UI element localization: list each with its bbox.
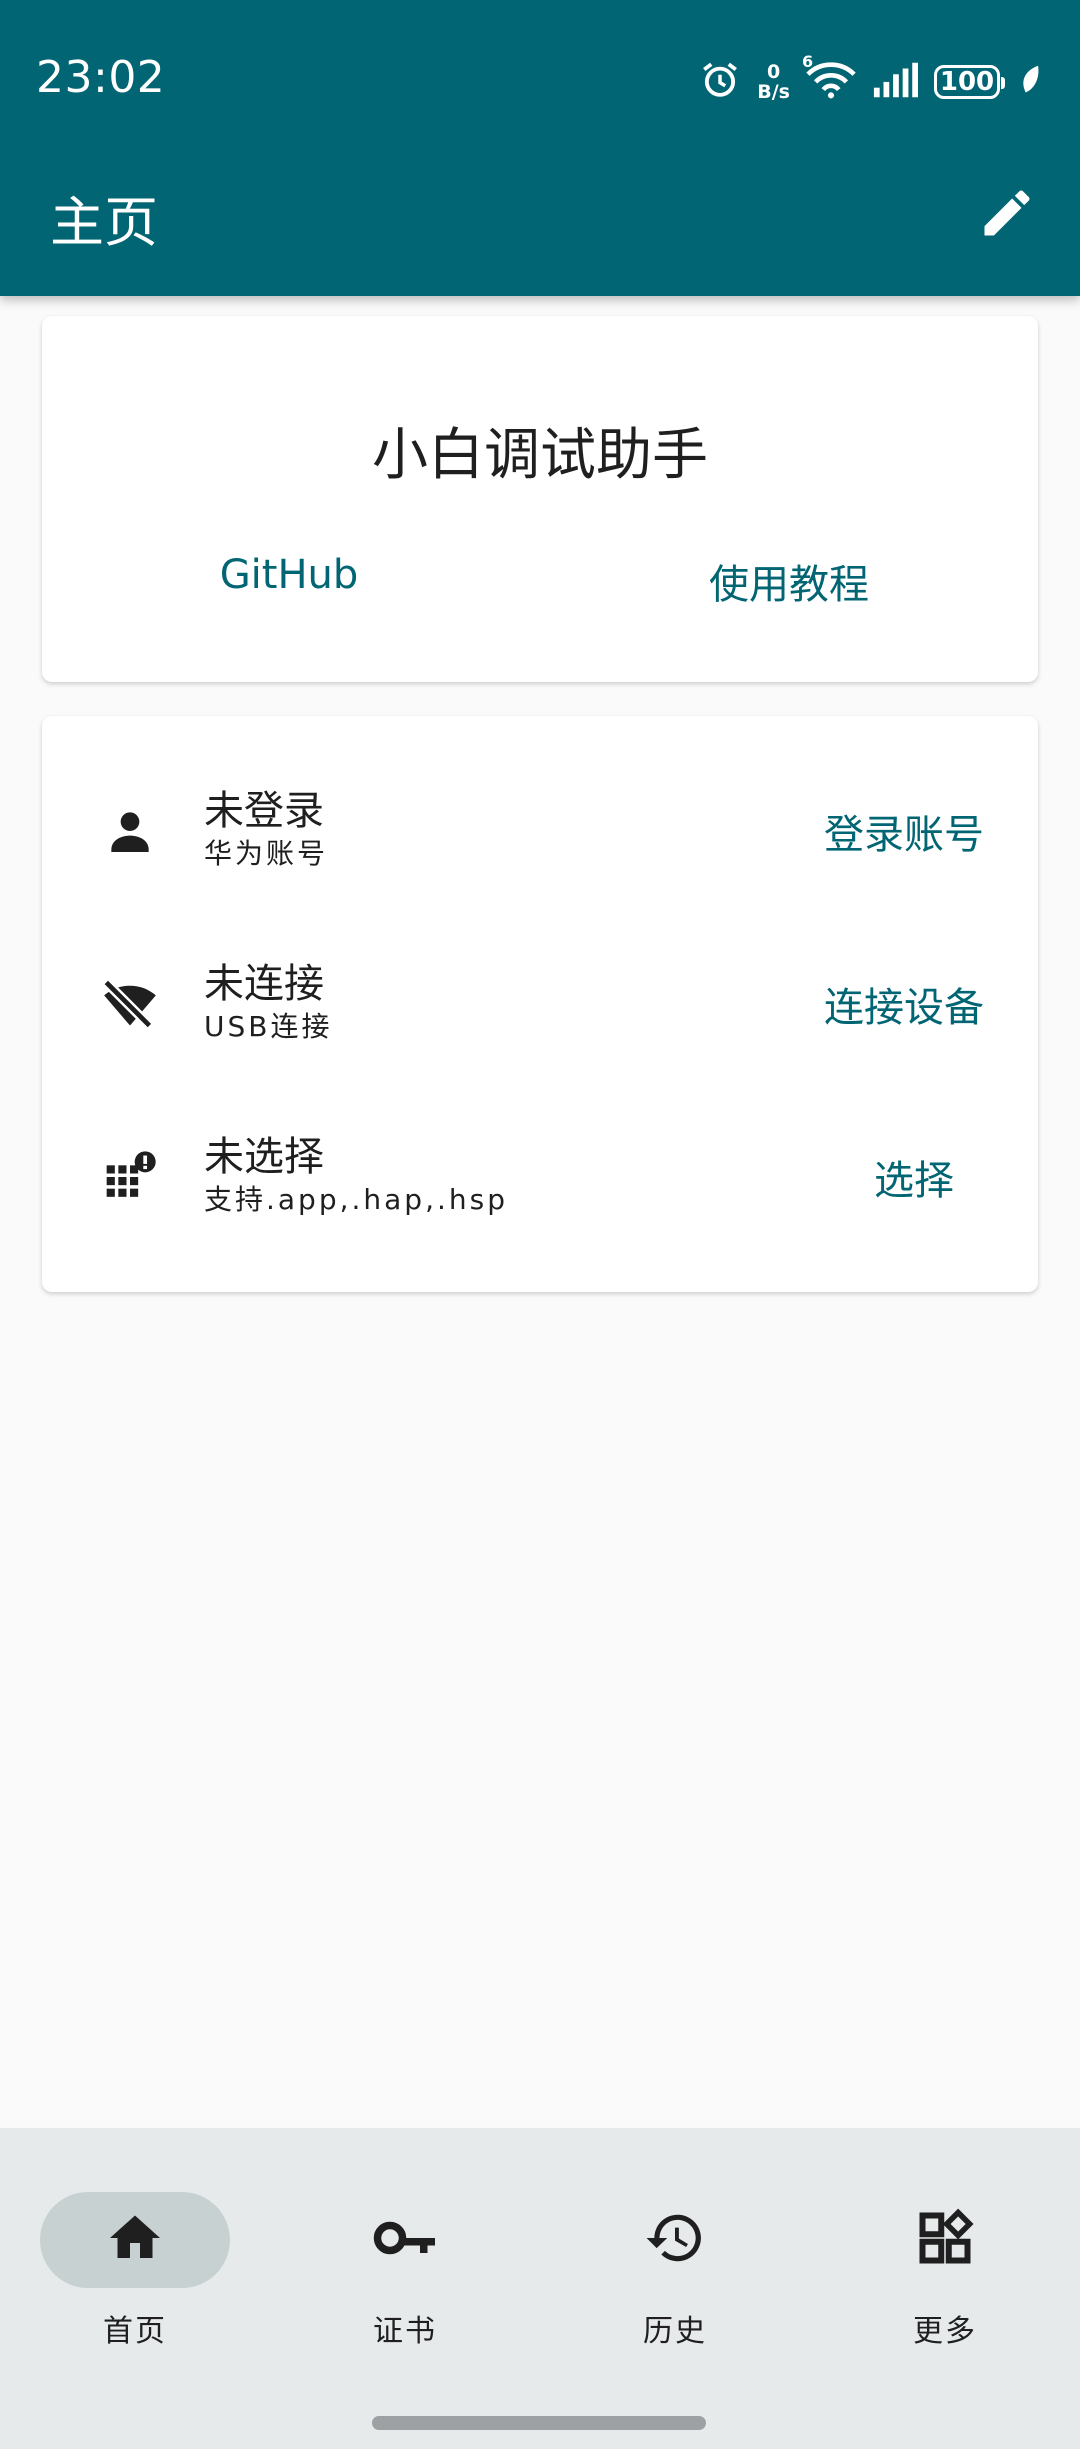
bottom-navigation: 首页 证书 历史 更多 (0, 2128, 1080, 2449)
nav-more-label: 更多 (913, 2314, 977, 2349)
nav-certificates-label: 证书 (373, 2314, 437, 2349)
nav-home[interactable]: 首页 (0, 2174, 270, 2349)
connect-device-button[interactable]: 连接设备 (824, 975, 984, 1033)
battery-icon: 100 (934, 65, 1005, 99)
nav-history-icon-wrap (580, 2192, 770, 2288)
select-package-button[interactable]: 选择 (874, 1148, 954, 1206)
wifi-icon: 6 (802, 52, 856, 104)
nav-history-label: 历史 (643, 2314, 707, 2349)
package-row: 未选择 支持.app,.hap,.hsp 选择 (42, 1102, 1038, 1252)
page-title: 主页 (50, 191, 158, 254)
account-type: 华为账号 (204, 837, 329, 870)
status-card: 未登录 华为账号 登录账号 未连接 USB连接 连接设备 未选择 支持.app,… (42, 716, 1038, 1292)
net-speed: 0 B/s (757, 62, 790, 102)
nav-certificates-icon-wrap (310, 2192, 500, 2288)
account-status: 未登录 (204, 788, 324, 834)
alarm-icon (699, 59, 741, 105)
device-status: 未连接 (204, 961, 324, 1007)
leaf-icon (1020, 64, 1042, 100)
widgets-icon (915, 2208, 975, 2272)
nav-history[interactable]: 历史 (540, 2174, 810, 2349)
device-row: 未连接 USB连接 连接设备 (42, 929, 1038, 1079)
package-status: 未选择 (204, 1134, 324, 1180)
app-info-card: 小白调试助手 GitHub 使用教程 (42, 316, 1038, 682)
signal-icon (872, 62, 918, 102)
nav-more[interactable]: 更多 (810, 2174, 1080, 2349)
apps-alert-icon (102, 1149, 158, 1205)
wifi-label: 6 (802, 52, 814, 71)
status-icons: 0 B/s 6 100 (699, 52, 1042, 110)
nav-more-icon-wrap (850, 2192, 1040, 2288)
status-time: 23:02 (36, 52, 166, 103)
net-speed-unit: B/s (757, 81, 790, 103)
nav-certificates[interactable]: 证书 (270, 2174, 540, 2349)
wifi-off-icon (102, 976, 158, 1032)
login-button[interactable]: 登录账号 (824, 802, 984, 860)
app-bar: 23:02 0 B/s 6 100 主页 (0, 0, 1080, 296)
history-icon (644, 2207, 706, 2273)
edit-icon (977, 183, 1037, 247)
key-icon (371, 2208, 439, 2272)
person-icon (102, 803, 158, 859)
home-indicator[interactable] (372, 2416, 706, 2430)
github-link[interactable]: GitHub (220, 552, 359, 598)
tutorial-link[interactable]: 使用教程 (709, 552, 869, 610)
nav-home-label: 首页 (103, 2314, 167, 2349)
connection-type: USB连接 (204, 1010, 333, 1043)
account-row: 未登录 华为账号 登录账号 (42, 756, 1038, 906)
edit-button[interactable] (972, 180, 1042, 250)
supported-formats: 支持.app,.hap,.hsp (204, 1183, 508, 1216)
app-name: 小白调试助手 (372, 423, 708, 488)
nav-home-indicator (40, 2192, 230, 2288)
home-icon (105, 2208, 165, 2272)
net-speed-value: 0 (767, 61, 781, 83)
